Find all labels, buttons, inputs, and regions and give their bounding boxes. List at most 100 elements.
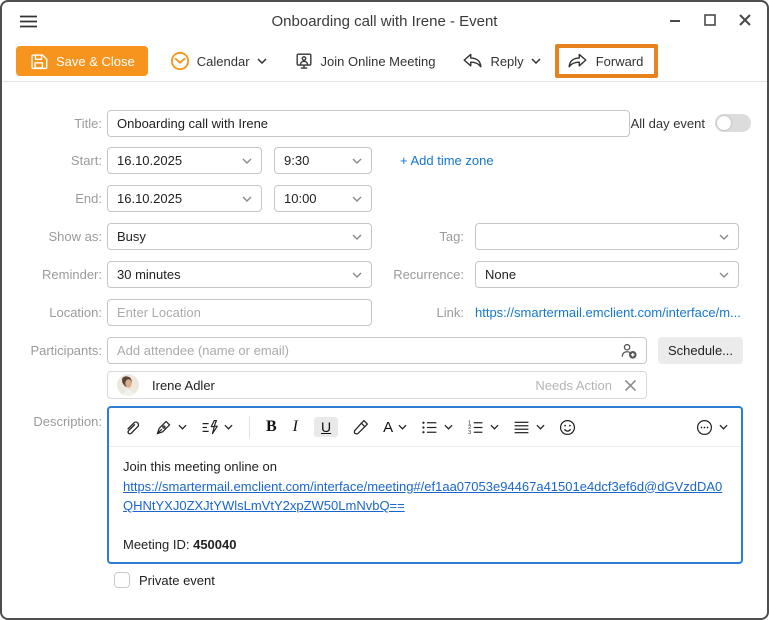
- recurrence-label: Recurrence:: [368, 261, 464, 288]
- chevron-down-icon: [257, 58, 267, 64]
- more-options-icon: [695, 418, 714, 437]
- title-input[interactable]: [107, 110, 630, 137]
- tag-label: Tag:: [368, 223, 464, 250]
- bold-icon[interactable]: B: [266, 418, 277, 436]
- meeting-id-value: 450040: [193, 537, 236, 552]
- chevron-down-icon: [490, 424, 499, 430]
- start-time-select[interactable]: 9:30: [274, 147, 372, 174]
- window-title: Onboarding call with Irene - Event: [2, 13, 767, 30]
- font-color-button[interactable]: A: [383, 419, 407, 436]
- forward-button[interactable]: Forward: [567, 52, 644, 70]
- calendar-dropdown-button[interactable]: Calendar: [170, 51, 267, 71]
- end-label: End:: [6, 185, 102, 212]
- signature-pen-icon: [154, 418, 173, 437]
- chevron-down-icon: [719, 272, 729, 278]
- save-icon: [29, 52, 48, 71]
- chevron-down-icon: [398, 424, 407, 430]
- more-options-button[interactable]: [695, 418, 728, 437]
- forward-highlight-annotation: Forward: [555, 44, 659, 78]
- event-link[interactable]: https://smartermail.emclient.com/interfa…: [475, 299, 741, 326]
- toolbar: Save & Close Calendar Join Online Meetin…: [16, 43, 753, 79]
- quick-text-button[interactable]: [200, 418, 233, 437]
- toolbar-divider: [249, 416, 250, 438]
- meeting-link[interactable]: https://smartermail.emclient.com/interfa…: [123, 477, 723, 516]
- reply-icon: [462, 52, 483, 70]
- reminder-select[interactable]: 30 minutes: [107, 261, 372, 288]
- forward-icon: [567, 52, 588, 70]
- all-day-event: All day event: [631, 114, 751, 132]
- format-painter-icon[interactable]: [351, 418, 370, 437]
- reminder-value: 30 minutes: [117, 267, 181, 282]
- numbered-list-icon: 123: [466, 418, 485, 437]
- minimize-icon[interactable]: [669, 14, 681, 26]
- numbered-list-button[interactable]: 123: [466, 418, 499, 437]
- remove-attendee-icon[interactable]: [624, 379, 637, 392]
- add-time-zone-link[interactable]: + Add time zone: [400, 147, 494, 174]
- participants-field: [107, 337, 647, 364]
- close-icon[interactable]: [739, 14, 751, 26]
- reply-button[interactable]: Reply: [462, 52, 540, 70]
- titlebar: Onboarding call with Irene - Event: [2, 2, 767, 40]
- link-label: Link:: [368, 299, 464, 326]
- quick-text-icon: [200, 418, 219, 437]
- reply-label: Reply: [490, 54, 523, 69]
- save-close-button[interactable]: Save & Close: [16, 46, 148, 76]
- private-event-checkbox[interactable]: [114, 572, 130, 588]
- schedule-button[interactable]: Schedule...: [658, 337, 743, 364]
- recurrence-select[interactable]: None: [475, 261, 739, 288]
- description-content[interactable]: Join this meeting online on https://smar…: [109, 447, 741, 564]
- all-day-event-label: All day event: [631, 116, 705, 131]
- attendee-status: Needs Action: [535, 378, 612, 393]
- toggle-knob: [717, 116, 731, 130]
- show-as-value: Busy: [117, 229, 146, 244]
- end-time-select[interactable]: 10:00: [274, 185, 372, 212]
- all-day-toggle[interactable]: [715, 114, 751, 132]
- chevron-down-icon: [352, 234, 362, 240]
- participants-label: Participants:: [6, 337, 102, 364]
- add-attendee-input[interactable]: [107, 337, 647, 364]
- attendee-row: Irene Adler Needs Action: [107, 371, 647, 399]
- meeting-id-line: Meeting ID: 450040: [123, 535, 727, 555]
- maximize-icon[interactable]: [704, 14, 716, 26]
- bullet-list-icon: [420, 418, 439, 437]
- attendee-name: Irene Adler: [152, 378, 215, 393]
- editor-toolbar: B I U A 123: [109, 408, 741, 447]
- underline-icon[interactable]: U: [314, 417, 338, 437]
- end-date-select[interactable]: 16.10.2025: [107, 185, 262, 212]
- chevron-down-icon: [536, 424, 545, 430]
- chevron-down-icon: [224, 424, 233, 430]
- window-controls: [669, 14, 751, 26]
- alignment-button[interactable]: [512, 418, 545, 437]
- tag-select[interactable]: [475, 223, 739, 250]
- event-window: Onboarding call with Irene - Event Save …: [0, 0, 769, 620]
- add-attendee-icon[interactable]: [619, 342, 638, 365]
- end-time-value: 10:00: [284, 191, 317, 206]
- start-date-select[interactable]: 16.10.2025: [107, 147, 262, 174]
- reminder-label: Reminder:: [6, 261, 102, 288]
- location-input[interactable]: [107, 299, 372, 326]
- description-intro: Join this meeting online on: [123, 457, 727, 477]
- description-editor: B I U A 123: [107, 406, 743, 564]
- chevron-down-icon: [352, 272, 362, 278]
- private-event-label: Private event: [139, 573, 215, 588]
- save-close-label: Save & Close: [56, 54, 135, 69]
- start-time-value: 9:30: [284, 153, 309, 168]
- svg-text:3: 3: [468, 430, 471, 436]
- chevron-down-icon[interactable]: [531, 58, 541, 64]
- show-as-select[interactable]: Busy: [107, 223, 372, 250]
- end-date-value: 16.10.2025: [117, 191, 182, 206]
- italic-icon[interactable]: I: [290, 418, 301, 436]
- chevron-down-icon: [242, 196, 252, 202]
- emoji-icon[interactable]: [558, 418, 577, 437]
- attach-icon[interactable]: [122, 418, 141, 437]
- start-date-value: 16.10.2025: [117, 153, 182, 168]
- chevron-down-icon: [352, 196, 362, 202]
- location-label: Location:: [6, 299, 102, 326]
- join-online-meeting-button[interactable]: Join Online Meeting: [294, 51, 436, 71]
- bullet-list-button[interactable]: [420, 418, 453, 437]
- align-icon: [512, 418, 531, 437]
- toolbar-separator: [2, 81, 767, 82]
- signature-pen-button[interactable]: [154, 418, 187, 437]
- calendar-logo-icon: [170, 51, 190, 71]
- join-online-meeting-label: Join Online Meeting: [321, 54, 436, 69]
